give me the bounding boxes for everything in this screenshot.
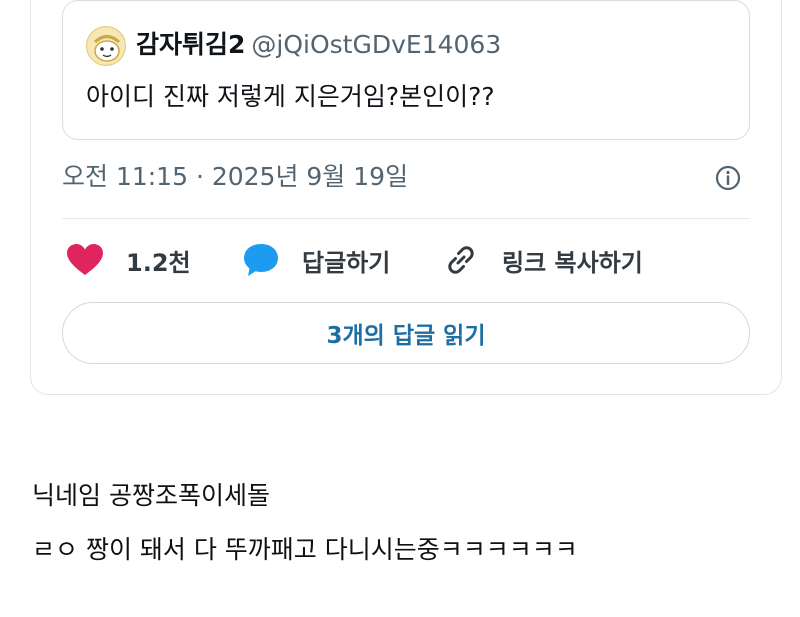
caption-line-1: 닉네임 공짱조폭이세돌 xyxy=(32,481,270,510)
quoted-author[interactable]: 감자튀김2 @jQiOstGDvE14063 xyxy=(136,28,501,62)
info-icon[interactable] xyxy=(714,164,742,192)
author-handle[interactable]: @jQiOstGDvE14063 xyxy=(251,30,501,59)
like-button[interactable]: 1.2천 xyxy=(66,240,191,280)
copy-link-label: 링크 복사하기 xyxy=(502,248,643,277)
speech-bubble-icon xyxy=(244,244,278,276)
quoted-tweet-text: 아이디 진짜 저렇게 지은거임?본인이?? xyxy=(86,82,495,111)
reply-label: 답글하기 xyxy=(302,248,391,277)
tweet-timestamp[interactable]: 오전 11:15 · 2025년 9월 19일 xyxy=(62,160,408,194)
divider xyxy=(62,218,750,219)
author-name[interactable]: 감자튀김2 xyxy=(136,30,245,59)
avatar[interactable] xyxy=(86,26,126,66)
link-icon xyxy=(448,246,474,274)
reply-button[interactable]: 답글하기 xyxy=(242,240,390,280)
caption-line-2: ㄹㅇ 짱이 돼서 다 뚜까패고 다니시는중ㅋㅋㅋㅋㅋㅋ xyxy=(32,535,578,564)
like-count: 1.2천 xyxy=(126,248,191,277)
copy-link-button[interactable]: 링크 복사하기 xyxy=(442,240,643,280)
read-replies-button[interactable]: 3개의 답글 읽기 xyxy=(62,302,750,364)
quoted-tweet[interactable] xyxy=(62,0,750,140)
heart-icon xyxy=(67,244,103,275)
avatar-image xyxy=(93,35,121,62)
